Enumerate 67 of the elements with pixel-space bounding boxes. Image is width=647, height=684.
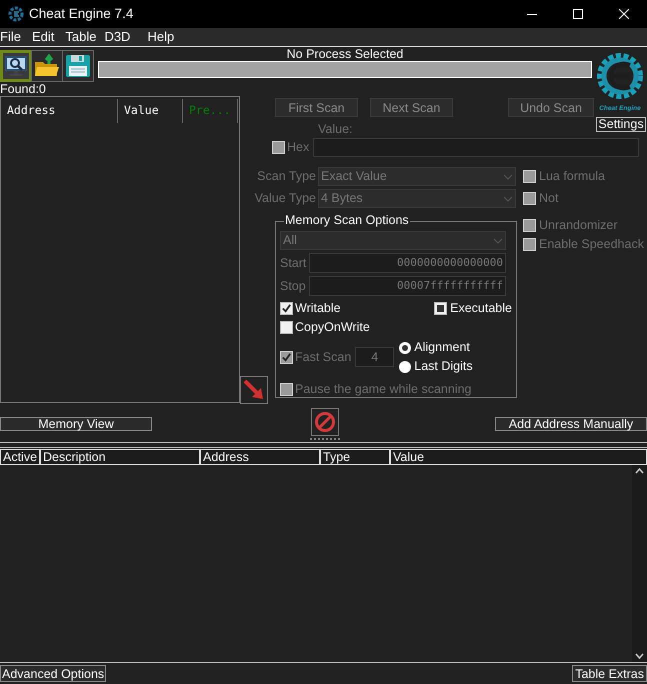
- checkbox-label: Lua formula: [539, 168, 606, 186]
- checkbox[interactable]: [434, 302, 448, 314]
- column-header[interactable]: Value: [118, 99, 183, 123]
- group-title: Memory Scan Options: [284, 213, 410, 228]
- value-input[interactable]: [313, 138, 640, 156]
- table-extras-button[interactable]: Table Extras: [572, 665, 647, 682]
- checkbox-label: Not: [539, 190, 558, 208]
- found-count: Found:0: [0, 82, 47, 96]
- arrow-down-right-icon: [243, 379, 265, 401]
- radio-button[interactable]: [399, 360, 412, 372]
- chevron-up-icon: [635, 468, 644, 474]
- scan-type-label: Scan Type: [256, 168, 316, 186]
- checkbox[interactable]: [280, 302, 293, 314]
- checkbox[interactable]: [280, 320, 293, 334]
- column-header[interactable]: Type: [320, 449, 390, 465]
- checkbox-label: Executable: [450, 300, 512, 317]
- prohibited-icon: [314, 411, 336, 433]
- monitor-search-icon: [3, 54, 29, 78]
- start-label: Start: [280, 254, 308, 272]
- column-header[interactable]: Description: [40, 449, 200, 465]
- radio-button[interactable]: [399, 342, 412, 354]
- radio-label: Last Digits: [414, 358, 473, 376]
- radio-label: Alignment: [414, 339, 470, 356]
- checkbox-label: Enable Speedhack: [539, 236, 644, 254]
- memory-view-button[interactable]: Memory View: [0, 417, 152, 431]
- checkbox-label: CopyOnWrite: [295, 318, 370, 336]
- scan-button[interactable]: Undo Scan: [508, 98, 594, 117]
- window-title: Cheat Engine 7.4: [29, 4, 134, 23]
- stop-label: Stop: [280, 278, 307, 295]
- chevron-down-icon: [635, 653, 644, 659]
- column-header[interactable]: Active: [0, 449, 40, 465]
- settings-button[interactable]: Settings: [596, 117, 646, 132]
- menu-item[interactable]: D3D: [104, 27, 130, 47]
- column-header[interactable]: Address: [200, 449, 320, 465]
- menu-item[interactable]: File: [0, 27, 21, 47]
- menu-item[interactable]: Help: [147, 27, 174, 47]
- toolbar-button[interactable]: [62, 50, 94, 82]
- scan-button[interactable]: First Scan: [275, 98, 358, 117]
- hex-label: Hex: [287, 138, 310, 156]
- stop-button[interactable]: [311, 408, 339, 436]
- process-title: No Process Selected: [286, 47, 404, 61]
- fast-scan-label: Fast Scan: [295, 348, 352, 366]
- column-header[interactable]: Address: [1, 99, 118, 123]
- menu-item[interactable]: Edit: [32, 27, 54, 47]
- advanced-options-button[interactable]: Advanced Options: [0, 665, 106, 682]
- scrollbar[interactable]: [632, 465, 647, 662]
- maximize-icon: [573, 9, 583, 19]
- checkbox-label: Unrandomizer: [539, 217, 618, 234]
- chevron-down-icon: [493, 238, 503, 244]
- value-label: Value:: [318, 122, 353, 136]
- add-address-button[interactable]: Add Address Manually: [495, 417, 647, 431]
- stop-input[interactable]: 00007fffffffffff: [309, 276, 506, 296]
- checkbox-label: Pause the game while scanning: [295, 380, 472, 398]
- chevron-down-icon: [503, 196, 513, 202]
- app-icon: [8, 6, 24, 22]
- close-icon: [619, 9, 629, 19]
- value-type-label: Value Type: [254, 190, 316, 208]
- arrow-button[interactable]: [240, 376, 268, 404]
- toolbar-button[interactable]: [31, 50, 63, 82]
- toolbar-button[interactable]: [0, 50, 32, 82]
- column-header[interactable]: Value: [390, 449, 647, 465]
- checkbox-label: Writable: [295, 300, 341, 317]
- menu-item[interactable]: Table: [65, 27, 96, 47]
- scan-button[interactable]: Next Scan: [370, 98, 453, 117]
- start-input[interactable]: 0000000000000000: [309, 253, 506, 273]
- chevron-down-icon: [503, 174, 513, 180]
- folder-arrow-icon: [34, 54, 60, 78]
